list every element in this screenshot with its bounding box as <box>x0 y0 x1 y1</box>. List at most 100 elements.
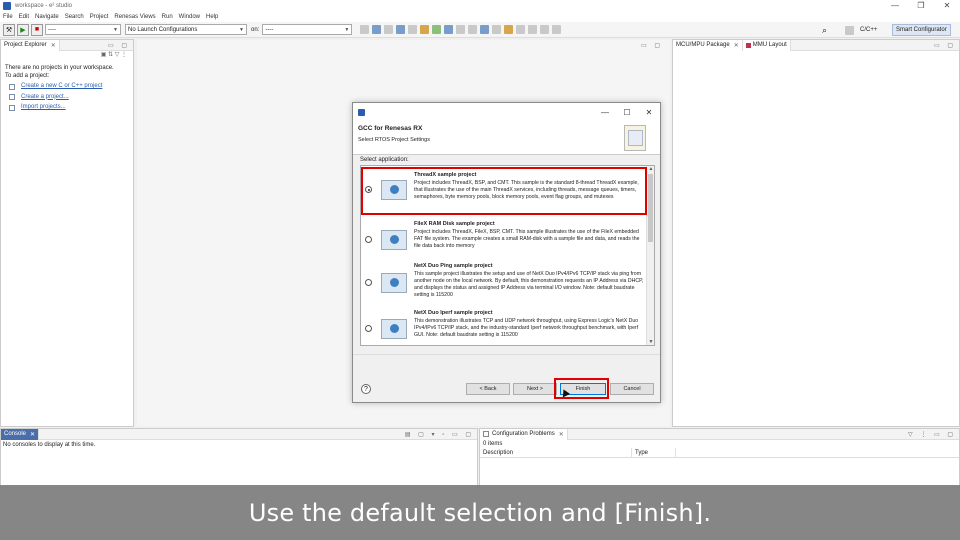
menu-run[interactable]: Run <box>162 14 173 20</box>
tab-mmu-layout[interactable]: MMU Layout <box>742 39 791 51</box>
open-type-icon[interactable] <box>468 25 478 34</box>
back-icon[interactable] <box>540 25 550 34</box>
search-icon[interactable]: ⌕ <box>822 25 827 36</box>
search-tool-icon[interactable] <box>456 25 466 34</box>
stop-icon[interactable]: ■ <box>31 23 43 36</box>
view-controls[interactable]: ▭ ▢ <box>108 42 133 49</box>
app-icon <box>3 2 11 10</box>
chevron-up-icon[interactable]: ▲ <box>647 166 654 172</box>
close-icon[interactable]: ✕ <box>51 42 56 49</box>
menu-bar: File Edit Navigate Search Project Renesa… <box>0 12 960 22</box>
project-explorer-body: There are no projects in your workspace.… <box>1 61 133 116</box>
print-icon[interactable] <box>408 25 418 34</box>
list-item[interactable]: FileX RAM Disk sample project Project in… <box>361 219 648 259</box>
project-wizard-dialog: — ☐ ✕ GCC for Renesas RX Select RTOS Pro… <box>352 102 661 403</box>
list-item[interactable]: NetX Duo Ping sample project This sample… <box>361 261 648 307</box>
import-icon <box>9 104 15 111</box>
editor-view-controls[interactable]: ▭ ▢ <box>641 42 666 49</box>
chevron-down-icon: ▼ <box>239 26 244 33</box>
launch-config-value: No Launch Configurations <box>128 26 198 33</box>
create-c-project-link[interactable]: Create a new C or C++ project <box>5 83 129 91</box>
dialog-minimize-button[interactable]: — <box>594 108 616 117</box>
open-perspective-icon[interactable] <box>845 26 854 35</box>
dialog-app-icon <box>358 108 365 116</box>
close-icon[interactable]: ✕ <box>734 42 739 49</box>
run-config-icon[interactable] <box>432 25 442 34</box>
project-icon <box>9 94 15 101</box>
radio-filex-ram-disk[interactable] <box>365 236 372 243</box>
menu-project[interactable]: Project <box>90 14 109 20</box>
pencil-icon[interactable] <box>504 25 514 34</box>
on-label: on: <box>251 26 260 33</box>
item-title: NetX Duo Iperf sample project <box>414 310 493 316</box>
create-project-link[interactable]: Create a project... <box>5 94 129 102</box>
launch-mode-combo[interactable]: ---- ▼ <box>45 24 121 35</box>
project-explorer-tabbar: Project Explorer ✕ ▭ ▢ <box>1 39 133 51</box>
right-panel-tabbar: MCU/MPU Package ✕ MMU Layout ▭ ▢ <box>673 39 959 51</box>
hammer-icon[interactable]: ⚒ <box>3 23 15 36</box>
view-toolbar-icons[interactable]: ▣ ⇅ ▽ ⋮ <box>1 51 133 61</box>
next-annotation-icon[interactable] <box>516 25 526 34</box>
help-icon[interactable]: ? <box>361 384 371 394</box>
close-icon[interactable]: ✕ <box>30 431 35 438</box>
maximize-button[interactable]: ❐ <box>908 0 934 12</box>
breakpoint-icon[interactable] <box>492 25 502 34</box>
mcu-package-tab-label: MCU/MPU Package <box>676 42 730 48</box>
cancel-button[interactable]: Cancel <box>610 383 654 395</box>
launch-target-combo[interactable]: ---- ▼ <box>262 24 353 35</box>
tab-mcu-package[interactable]: MCU/MPU Package ✕ <box>673 39 743 51</box>
dialog-close-button[interactable]: ✕ <box>638 108 660 117</box>
problems-view-controls[interactable]: ▽ ⋮ ▭ ▢ <box>908 431 959 438</box>
menu-navigate[interactable]: Navigate <box>35 14 59 20</box>
save-icon[interactable] <box>384 25 394 34</box>
radio-netx-duo-ping[interactable] <box>365 279 372 286</box>
dialog-title: GCC for Renesas RX <box>358 125 423 132</box>
problems-icon <box>483 431 489 437</box>
back-button[interactable]: < Back <box>466 383 510 395</box>
console-view-controls[interactable]: ▤ ▢ ▾ ▫ ▭ ▢ <box>405 431 477 438</box>
prev-annotation-icon[interactable] <box>528 25 538 34</box>
project-explorer-tab-label: Project Explorer <box>4 42 47 48</box>
column-type[interactable]: Type <box>632 447 676 458</box>
tab-configuration-problems[interactable]: Configuration Problems ✕ <box>480 428 568 440</box>
mmu-layout-icon <box>745 42 751 48</box>
menu-help[interactable]: Help <box>206 14 218 20</box>
list-scrollbar[interactable]: ▲ ▼ <box>646 166 654 345</box>
scrollbar-thumb[interactable] <box>648 174 653 242</box>
tab-project-explorer[interactable]: Project Explorer ✕ <box>1 39 60 51</box>
project-gear-icon <box>381 273 407 293</box>
close-icon[interactable]: ✕ <box>559 431 564 438</box>
caption-text: Use the default selection and [Finish]. <box>248 498 712 527</box>
console-tab-label: Console <box>4 431 27 437</box>
menu-search[interactable]: Search <box>65 14 84 20</box>
menu-edit[interactable]: Edit <box>19 14 29 20</box>
list-item[interactable]: NetX Duo Iperf sample project This demon… <box>361 308 648 345</box>
chevron-down-icon[interactable]: ▼ <box>647 339 654 345</box>
gear-icon[interactable] <box>360 25 370 34</box>
new-file-icon[interactable] <box>372 25 382 34</box>
dialog-titlebar: — ☐ ✕ <box>353 103 660 121</box>
terminal-icon[interactable] <box>480 25 490 34</box>
tab-console[interactable]: Console ✕ <box>1 428 40 440</box>
project-gear-icon <box>381 230 407 250</box>
console-message: No consoles to display at this time. <box>3 442 96 448</box>
import-projects-link[interactable]: Import projects... <box>5 104 129 112</box>
external-tools-icon[interactable] <box>444 25 454 34</box>
forward-icon[interactable] <box>552 25 562 34</box>
menu-renesas-views[interactable]: Renesas Views <box>114 14 155 20</box>
perspective-cpp[interactable]: C/C++ <box>857 24 880 36</box>
launch-config-combo[interactable]: No Launch Configurations ▼ <box>125 24 247 35</box>
menu-window[interactable]: Window <box>179 14 200 20</box>
next-button[interactable]: Next > <box>513 383 557 395</box>
perspective-smart-configurator[interactable]: Smart Configurator <box>892 24 951 36</box>
minimize-button[interactable]: — <box>882 0 908 12</box>
build-icon[interactable] <box>396 25 406 34</box>
debug-icon[interactable] <box>420 25 430 34</box>
close-window-button[interactable]: ✕ <box>934 0 960 12</box>
radio-netx-duo-iperf[interactable] <box>365 325 372 332</box>
column-description[interactable]: Description <box>480 447 632 458</box>
run-icon[interactable]: ▶ <box>17 23 29 36</box>
menu-file[interactable]: File <box>3 14 13 20</box>
right-view-controls[interactable]: ▭ ▢ <box>934 42 959 49</box>
dialog-maximize-button[interactable]: ☐ <box>616 108 638 117</box>
